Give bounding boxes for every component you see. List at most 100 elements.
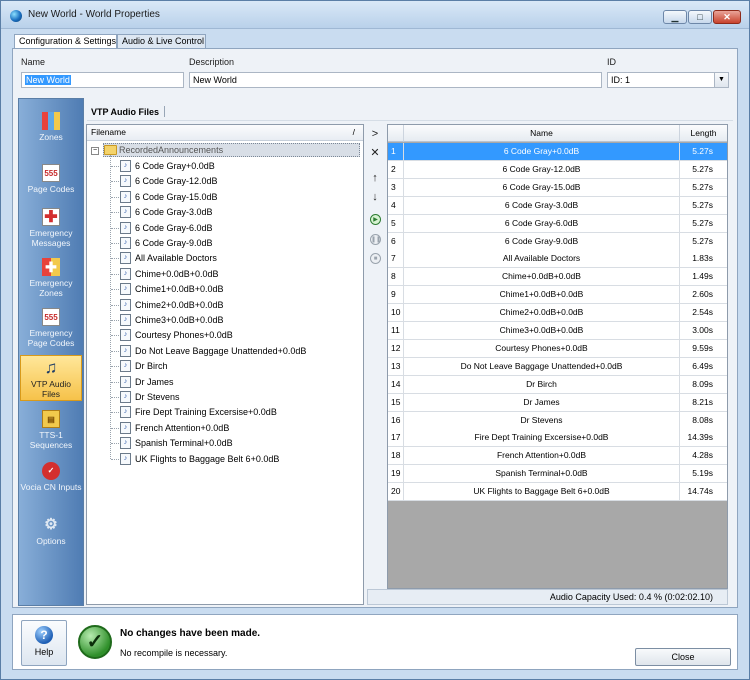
play-icon[interactable]: ▶ (370, 214, 381, 225)
audio-file-icon: ♪ (120, 314, 131, 326)
row-index: 3 (388, 178, 404, 196)
title-bar[interactable]: New World - World Properties ▁ □ ✕ (1, 1, 749, 29)
description-field[interactable]: New World (189, 72, 602, 88)
tree-file-item[interactable]: French Attention+0.0dB (135, 421, 229, 435)
table-row[interactable]: 10 Chime2+0.0dB+0.0dB 2.54s (388, 304, 727, 323)
row-index: 15 (388, 393, 404, 411)
tree-file-item[interactable]: Dr James (135, 375, 174, 389)
sort-indicator-icon: / (352, 127, 355, 137)
name-column-header[interactable]: Name (404, 125, 680, 142)
tree-file-item[interactable]: Dr Birch (135, 359, 168, 373)
table-row[interactable]: 13 Do Not Leave Baggage Unattended+0.0dB 6… (388, 357, 727, 376)
status-footer (12, 614, 738, 670)
audio-file-icon: ♪ (120, 267, 131, 280)
help-button[interactable]: ? Help (21, 620, 67, 666)
table-row[interactable]: 14 Dr Birch 8.09s (388, 375, 727, 394)
tree-branch-line (111, 289, 119, 291)
tree-file-item[interactable]: All Available Doctors (135, 251, 217, 265)
folder-icon (104, 145, 117, 155)
table-row[interactable]: 7 All Available Doctors 1.83s (388, 250, 727, 269)
sidebar-item-vtp-audio-files[interactable]: ♫ VTP Audio Files (20, 355, 82, 401)
table-row[interactable]: 16 Code Gray+0.0dB 5.27s (388, 143, 727, 161)
tree-file-item[interactable]: 6 Code Gray+0.0dB (135, 159, 215, 173)
sidebar-item-label: Vocia CN Inputs (20, 482, 82, 492)
tree-file-item[interactable]: 6 Code Gray-12.0dB (135, 174, 218, 188)
row-name: Dr Stevens (404, 411, 680, 429)
collapse-icon[interactable]: − (91, 147, 99, 155)
length-column-header[interactable]: Length (680, 125, 727, 142)
panel-title-separator (164, 106, 165, 117)
sidebar-item-emergency-page-codes[interactable]: 555 Emergency Page Codes (19, 305, 83, 351)
move-down-icon[interactable]: ↓ (367, 189, 383, 205)
move-up-icon[interactable]: ↑ (367, 170, 383, 186)
tree-file-item[interactable]: Chime1+0.0dB+0.0dB (135, 282, 224, 296)
close-button[interactable]: Close (635, 648, 731, 666)
close-window-button[interactable]: ✕ (713, 10, 741, 24)
pause-icon[interactable]: ❚❚ (370, 234, 381, 245)
table-row[interactable]: 8 Chime+0.0dB+0.0dB 1.49s (388, 268, 727, 287)
sidebar-item-page-codes[interactable]: 555 Page Codes (19, 161, 83, 207)
tree-file-item[interactable]: 6 Code Gray-6.0dB (135, 221, 213, 235)
tree-file-item[interactable]: Chime+0.0dB+0.0dB (135, 267, 219, 281)
tab-audio-live-control[interactable]: Audio & Live Control (117, 34, 206, 49)
tree-file-item[interactable]: 6 Code Gray-9.0dB (135, 236, 213, 250)
id-dropdown[interactable]: ID: 1 ▼ (607, 72, 729, 88)
app-globe-icon (10, 10, 22, 22)
sidebar-item-zones[interactable]: Zones (19, 109, 83, 155)
sidebar-item-vocia-cn-inputs[interactable]: ✓ Vocia CN Inputs (19, 459, 83, 505)
sidebar-item-emergency-messages[interactable]: ✚ Emergency Messages (19, 205, 83, 251)
table-row[interactable]: 12 Courtesy Phones+0.0dB 9.59s (388, 339, 727, 358)
tree-file-item[interactable]: 6 Code Gray-3.0dB (135, 205, 213, 219)
stop-icon[interactable]: ■ (370, 253, 381, 264)
name-field[interactable]: New World (21, 72, 184, 88)
table-row[interactable]: 20 UK Flights to Baggage Belt 6+0.0dB 14.7… (388, 483, 727, 502)
sidebar-item-tts-sequences[interactable]: ▤ TTS-1 Sequences (19, 407, 83, 453)
row-name: 6 Code Gray-15.0dB (404, 178, 680, 196)
row-name: Chime1+0.0dB+0.0dB (404, 286, 680, 304)
row-length: 2.54s (692, 307, 713, 318)
tree-file-item[interactable]: Spanish Terminal+0.0dB (135, 436, 233, 450)
row-index: 5 (388, 214, 404, 232)
table-row[interactable]: 19 Spanish Terminal+0.0dB 5.19s (388, 465, 727, 484)
tree-file-item[interactable]: Courtesy Phones+0.0dB (135, 328, 233, 342)
table-row[interactable]: 16 Dr Stevens 8.08s (388, 411, 727, 430)
tree-file-item[interactable]: Fire Dept Training Excersise+0.0dB (135, 405, 277, 419)
tree-file-item[interactable]: Chime3+0.0dB+0.0dB (135, 313, 224, 327)
table-row[interactable]: 26 Code Gray-12.0dB 5.27s (388, 160, 727, 179)
table-row[interactable]: 9 Chime1+0.0dB+0.0dB 2.60s (388, 286, 727, 305)
table-row[interactable]: 17 Fire Dept Training Excersise+0.0dB 14.3… (388, 429, 727, 448)
id-label: ID (607, 57, 616, 67)
audio-file-icon: ♪ (120, 329, 131, 342)
playlist-table[interactable]: Name Length 16 Code Gray+0.0dB 5.27s 2 6 Co… (387, 124, 728, 589)
row-length: 1.83s (692, 253, 713, 264)
filename-header-label: Filename (91, 127, 126, 137)
table-row[interactable]: 46 Code Gray-3.0dB 5.27s (388, 196, 727, 215)
table-row[interactable]: 15 Dr James 8.21s (388, 393, 727, 412)
page-codes-icon: 555 (42, 164, 60, 182)
id-value: ID: 1 (611, 75, 631, 85)
sidebar-item-options[interactable]: ⚙ Options (19, 513, 83, 559)
table-row[interactable]: 36 Code Gray-15.0dB 5.27s (388, 178, 727, 197)
table-row[interactable]: 18 French Attention+0.0dB 4.28s (388, 447, 727, 466)
maximize-button[interactable]: □ (688, 10, 712, 24)
tree-file-item[interactable]: 6 Code Gray-15.0dB (135, 190, 218, 204)
tree-root-label: RecordedAnnouncements (119, 145, 224, 155)
table-row[interactable]: 66 Code Gray-9.0dB 5.27s (388, 232, 727, 251)
tree-branch-line (111, 335, 119, 337)
row-index: 19 (388, 465, 404, 483)
tree-file-item[interactable]: Chime2+0.0dB+0.0dB (135, 298, 224, 312)
tree-file-item[interactable]: Dr Stevens (135, 390, 180, 404)
chevron-down-icon[interactable]: ▼ (714, 73, 728, 87)
row-length: 2.60s (692, 289, 713, 300)
add-arrow-icon[interactable]: > (367, 126, 383, 142)
row-length: 8.08s (692, 414, 713, 425)
filename-column-header[interactable]: Filename / (87, 125, 363, 141)
tree-file-item[interactable]: Do Not Leave Baggage Unattended+0.0dB (135, 344, 306, 358)
vocia-inputs-icon: ✓ (42, 462, 60, 480)
table-row[interactable]: 11 Chime3+0.0dB+0.0dB 3.00s (388, 322, 727, 340)
remove-icon[interactable]: ✕ (367, 145, 383, 161)
minimize-button[interactable]: ▁ (663, 10, 687, 24)
tree-file-item[interactable]: UK Flights to Baggage Belt 6+0.0dB (135, 452, 279, 466)
sidebar-item-emergency-zones[interactable]: ✚ Emergency Zones (19, 255, 83, 301)
table-row[interactable]: 56 Code Gray-6.0dB 5.27s (388, 214, 727, 233)
